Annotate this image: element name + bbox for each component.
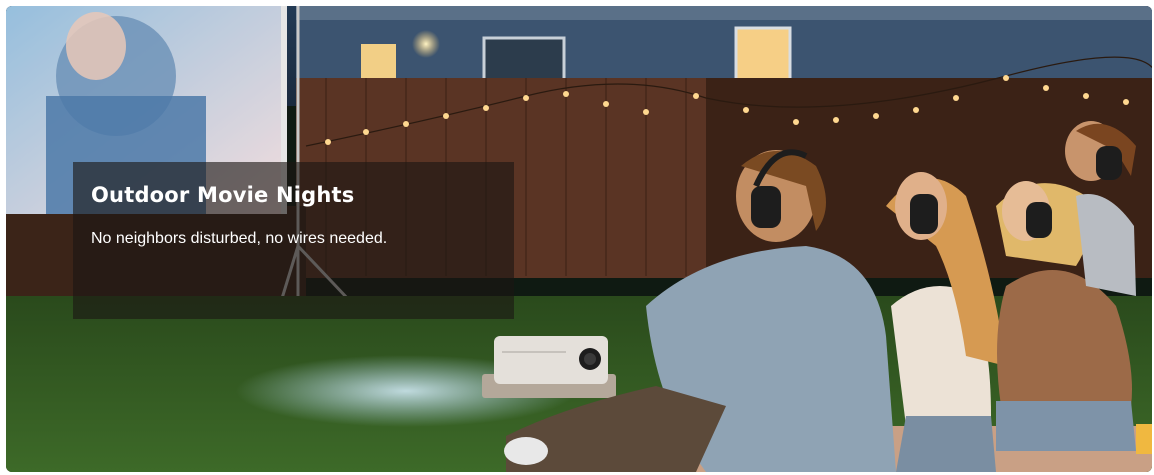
house-window-right <box>734 26 792 84</box>
banner-title: Outdoor Movie Nights <box>91 183 355 207</box>
drink-cup <box>1136 424 1152 454</box>
porch-light-icon <box>412 30 440 58</box>
house-door <box>482 36 566 84</box>
house-window-left <box>361 44 396 80</box>
banner-subtitle: No neighbors disturbed, no wires needed. <box>91 230 388 247</box>
caption-panel: Outdoor Movie Nights No neighbors distur… <box>73 162 514 319</box>
hero-banner: Outdoor Movie Nights No neighbors distur… <box>6 6 1152 472</box>
